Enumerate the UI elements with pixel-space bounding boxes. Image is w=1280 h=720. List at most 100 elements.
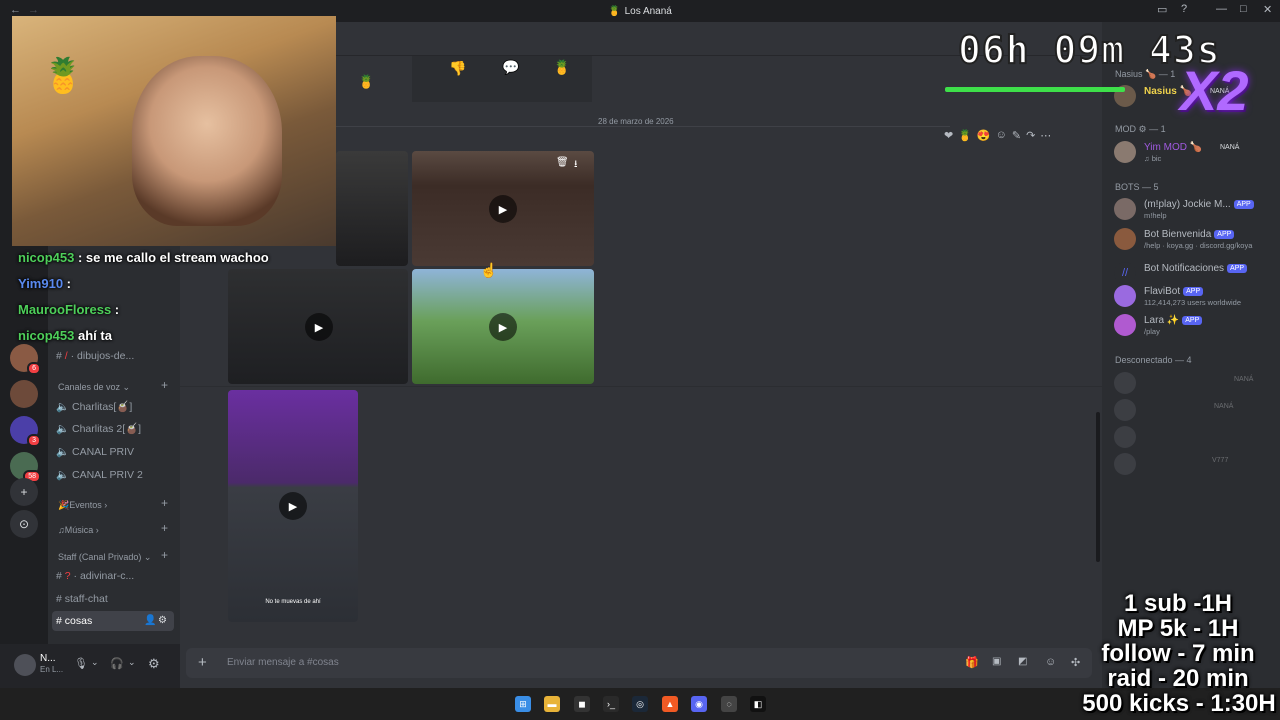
steam-icon[interactable]: ◎: [632, 696, 648, 712]
app-icon[interactable]: ◌: [721, 696, 737, 712]
add-channel-icon[interactable]: +: [161, 378, 168, 392]
discover-icon[interactable]: ⊙: [10, 510, 38, 538]
category-eventos[interactable]: 🎉Eventos ›: [58, 500, 107, 511]
chat-user: MaurooFloress: [18, 302, 112, 317]
category-musica[interactable]: ♫Música ›: [58, 525, 99, 535]
add-attachment-icon[interactable]: +: [198, 654, 207, 671]
video-tile-2[interactable]: ▶ 🗑 ⭳: [412, 151, 594, 266]
voice-channel-2[interactable]: 🔈 Charlitas 2[🧉]: [56, 422, 141, 435]
server-icon-1[interactable]: 6: [10, 344, 41, 375]
chevron-down-icon[interactable]: ⌄: [128, 657, 136, 668]
server-icon-3[interactable]: 3: [10, 416, 41, 447]
member-item[interactable]: Bot Bienvenida APP /help · koya.gg · disc…: [1114, 228, 1274, 254]
channel-adivinar[interactable]: # ? · adivinar-c...: [56, 570, 134, 582]
thumbs-down-icon[interactable]: 👎: [449, 60, 466, 77]
member-item[interactable]: FlaviBot APP 112,414,273 users worldwide: [1114, 285, 1274, 311]
member-item[interactable]: (m!play) Jockie M... APP m!help: [1114, 198, 1274, 224]
message-input[interactable]: Enviar mensaje a #cosas: [227, 657, 339, 668]
member-name: FlaviBot APP: [1144, 286, 1204, 297]
help-icon[interactable]: ?: [1181, 3, 1187, 15]
headphones-icon[interactable]: 🎧: [110, 657, 124, 670]
apps-icon[interactable]: ✣: [1071, 656, 1080, 669]
emoji-icon[interactable]: 🍍: [358, 74, 374, 90]
gif-icon[interactable]: ▣: [992, 656, 1001, 667]
edit-icon[interactable]: ✎: [1012, 129, 1021, 142]
category-voice[interactable]: Canales de voz ⌄: [58, 382, 130, 393]
back-arrow-icon[interactable]: ←: [10, 4, 21, 16]
terminal-icon[interactable]: ›_: [603, 696, 619, 712]
add-channel-icon[interactable]: +: [161, 548, 168, 562]
reaction-icon[interactable]: 🍍: [958, 129, 972, 142]
download-icon[interactable]: ⭳: [574, 157, 578, 174]
app-tag: APP: [1227, 264, 1248, 273]
member-tag: NANÁ: [1214, 403, 1234, 410]
voice-channel-4[interactable]: 🔈 CANAL PRIV 2: [56, 468, 143, 481]
member-item[interactable]: Yim MOD 🍗 NANÁ ♫ bic: [1114, 141, 1274, 167]
app-icon[interactable]: ◧: [750, 696, 766, 712]
inbox-icon[interactable]: ▭: [1157, 3, 1167, 16]
member-item-offline[interactable]: [1114, 426, 1274, 452]
app-icon[interactable]: ◼: [574, 696, 590, 712]
sticker-icon[interactable]: ◩: [1018, 656, 1027, 667]
emoji-icon[interactable]: ☺: [1045, 656, 1056, 668]
brave-icon[interactable]: ▲: [662, 696, 678, 712]
message-input-box[interactable]: + Enviar mensaje a #cosas 🎁 ▣ ◩ ☺ ✣: [186, 648, 1092, 678]
forward-arrow-icon[interactable]: →: [28, 4, 39, 16]
close-icon[interactable]: ✕: [1263, 3, 1272, 16]
add-reaction-icon[interactable]: ☺: [996, 129, 1007, 141]
video-tile-3[interactable]: ▶: [228, 269, 408, 384]
app-tag: APP: [1233, 200, 1254, 209]
comment-icon[interactable]: 💬: [502, 59, 519, 76]
category-staff[interactable]: Staff (Canal Privado) ⌄: [58, 552, 151, 563]
play-icon[interactable]: ▶: [305, 313, 333, 341]
trash-icon[interactable]: 🗑: [556, 157, 569, 168]
gear-icon[interactable]: ⚙: [158, 615, 167, 626]
discord-icon[interactable]: ◉: [691, 696, 707, 712]
avatar[interactable]: [14, 654, 36, 676]
channel-dibujos[interactable]: # / · dibujos-de...: [56, 350, 134, 362]
windows-start-icon[interactable]: ⊞: [515, 696, 531, 712]
voice-channel-1[interactable]: 🔈 Charlitas[🧉]: [56, 400, 132, 413]
file-explorer-icon[interactable]: ▬: [544, 696, 560, 712]
play-icon[interactable]: ▶: [489, 195, 517, 223]
chat-text: se me callo el stream wachoo: [85, 250, 269, 265]
member-item-offline[interactable]: V777: [1114, 453, 1274, 479]
member-item-offline[interactable]: NANÁ: [1114, 399, 1274, 425]
maximize-icon[interactable]: □: [1240, 3, 1247, 15]
scrollbar[interactable]: [1096, 412, 1100, 562]
minimize-icon[interactable]: —: [1216, 3, 1227, 15]
play-icon[interactable]: ▶: [489, 313, 517, 341]
heart-reaction-icon[interactable]: ❤: [944, 129, 953, 142]
invite-icon[interactable]: 👤: [144, 615, 156, 626]
speaker-icon: 🔈: [56, 423, 70, 435]
play-icon[interactable]: ▶: [279, 492, 307, 520]
forward-icon[interactable]: ↷: [1026, 129, 1035, 142]
divider: [330, 126, 950, 127]
video-tile-1[interactable]: [336, 151, 408, 266]
category-label: Música: [64, 525, 94, 535]
avatar: [1114, 426, 1136, 448]
more-icon[interactable]: ⋯: [1040, 129, 1051, 142]
microphone-icon[interactable]: 🎙: [74, 657, 88, 670]
settings-icon[interactable]: ⚙: [148, 656, 160, 672]
member-item-offline[interactable]: NANÁ: [1114, 372, 1274, 398]
gift-icon[interactable]: 🎁: [965, 656, 979, 669]
channel-cosas[interactable]: # cosas: [56, 615, 92, 627]
stream-chat-line: nicop453 : se me callo el stream wachoo: [18, 250, 269, 265]
server-icon-2[interactable]: [10, 380, 38, 408]
heart-eyes-icon[interactable]: 😍: [977, 129, 991, 142]
add-channel-icon[interactable]: +: [161, 496, 168, 510]
cursor-hand-icon: ☝: [480, 262, 498, 278]
chevron-down-icon[interactable]: ⌄: [91, 657, 99, 668]
server-icon-4[interactable]: 58: [10, 452, 41, 483]
member-item[interactable]: Lara ✨ APP /play: [1114, 314, 1274, 340]
video-tile-4[interactable]: ▶: [412, 269, 594, 384]
channel-staff-chat[interactable]: # staff-chat: [56, 593, 108, 605]
chat-user: Yim910: [18, 276, 64, 291]
add-channel-icon[interactable]: +: [161, 521, 168, 535]
sticker-icon[interactable]: 🍍: [553, 59, 570, 76]
voice-channel-3[interactable]: 🔈 CANAL PRIV: [56, 445, 134, 458]
add-server-icon[interactable]: +: [10, 478, 38, 506]
channel-label: cosas: [64, 615, 93, 627]
video-tile-5[interactable]: ▶ No te muevas de ahí: [228, 390, 358, 622]
